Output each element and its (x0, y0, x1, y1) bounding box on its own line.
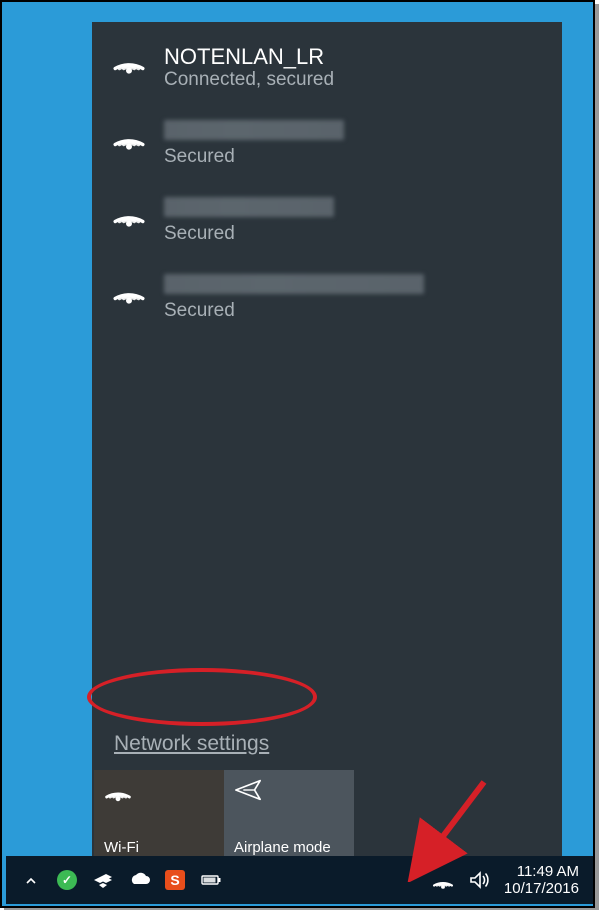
screenshot-frame: NOTENLAN_LRConnected, secured Secured Secu… (0, 0, 595, 908)
wifi-icon (112, 276, 146, 304)
network-ssid (164, 197, 334, 217)
network-ssid (164, 274, 424, 294)
wifi-tile[interactable]: Wi-Fi (94, 770, 224, 862)
airplane-tile-label: Airplane mode (234, 839, 344, 856)
network-status: Connected, secured (164, 69, 334, 92)
network-text: Secured (164, 274, 424, 323)
airplane-mode-tile[interactable]: Airplane mode (224, 770, 354, 862)
network-item[interactable]: NOTENLAN_LRConnected, secured (92, 32, 562, 108)
taskbar-clock[interactable]: 11:49 AM 10/17/2016 (504, 863, 585, 898)
network-flyout: NOTENLAN_LRConnected, secured Secured Secu… (92, 22, 562, 862)
wifi-icon (112, 122, 146, 150)
quick-action-tiles: Wi-Fi Airplane mode (92, 770, 562, 862)
clock-date: 10/17/2016 (504, 880, 579, 897)
dropbox-tray-icon[interactable] (92, 869, 114, 891)
network-status: Secured (164, 223, 334, 246)
security-tray-icon[interactable]: ✓ (56, 869, 78, 891)
network-status: Secured (164, 146, 344, 169)
network-settings-row: Network settings (92, 724, 562, 770)
network-ssid (164, 120, 344, 140)
network-item[interactable]: Secured (92, 185, 562, 262)
wifi-tray-icon[interactable] (432, 869, 454, 891)
tray-left: ✓ S (20, 869, 222, 891)
onedrive-tray-icon[interactable] (128, 869, 150, 891)
wifi-icon (112, 46, 146, 74)
airplane-icon (234, 778, 344, 806)
network-list: NOTENLAN_LRConnected, secured Secured Secu… (92, 22, 562, 724)
wifi-icon (104, 778, 214, 806)
network-ssid: NOTENLAN_LR (164, 44, 334, 69)
network-item[interactable]: Secured (92, 108, 562, 185)
wifi-tile-label: Wi-Fi (104, 839, 214, 856)
taskbar: ✓ S 11:49 AM 10/17/2016 (6, 856, 593, 904)
network-text: Secured (164, 197, 334, 246)
tray-right: 11:49 AM 10/17/2016 (432, 863, 585, 898)
wifi-icon (112, 199, 146, 227)
volume-tray-icon[interactable] (468, 869, 490, 891)
sogou-tray-icon[interactable]: S (164, 869, 186, 891)
network-status: Secured (164, 300, 424, 323)
clock-time: 11:49 AM (504, 863, 579, 880)
power-tray-icon[interactable] (200, 869, 222, 891)
network-settings-link[interactable]: Network settings (114, 732, 269, 755)
network-item[interactable]: Secured (92, 262, 562, 339)
tray-overflow-chevron-icon[interactable] (20, 869, 42, 891)
network-text: NOTENLAN_LRConnected, secured (164, 44, 334, 92)
network-text: Secured (164, 120, 344, 169)
